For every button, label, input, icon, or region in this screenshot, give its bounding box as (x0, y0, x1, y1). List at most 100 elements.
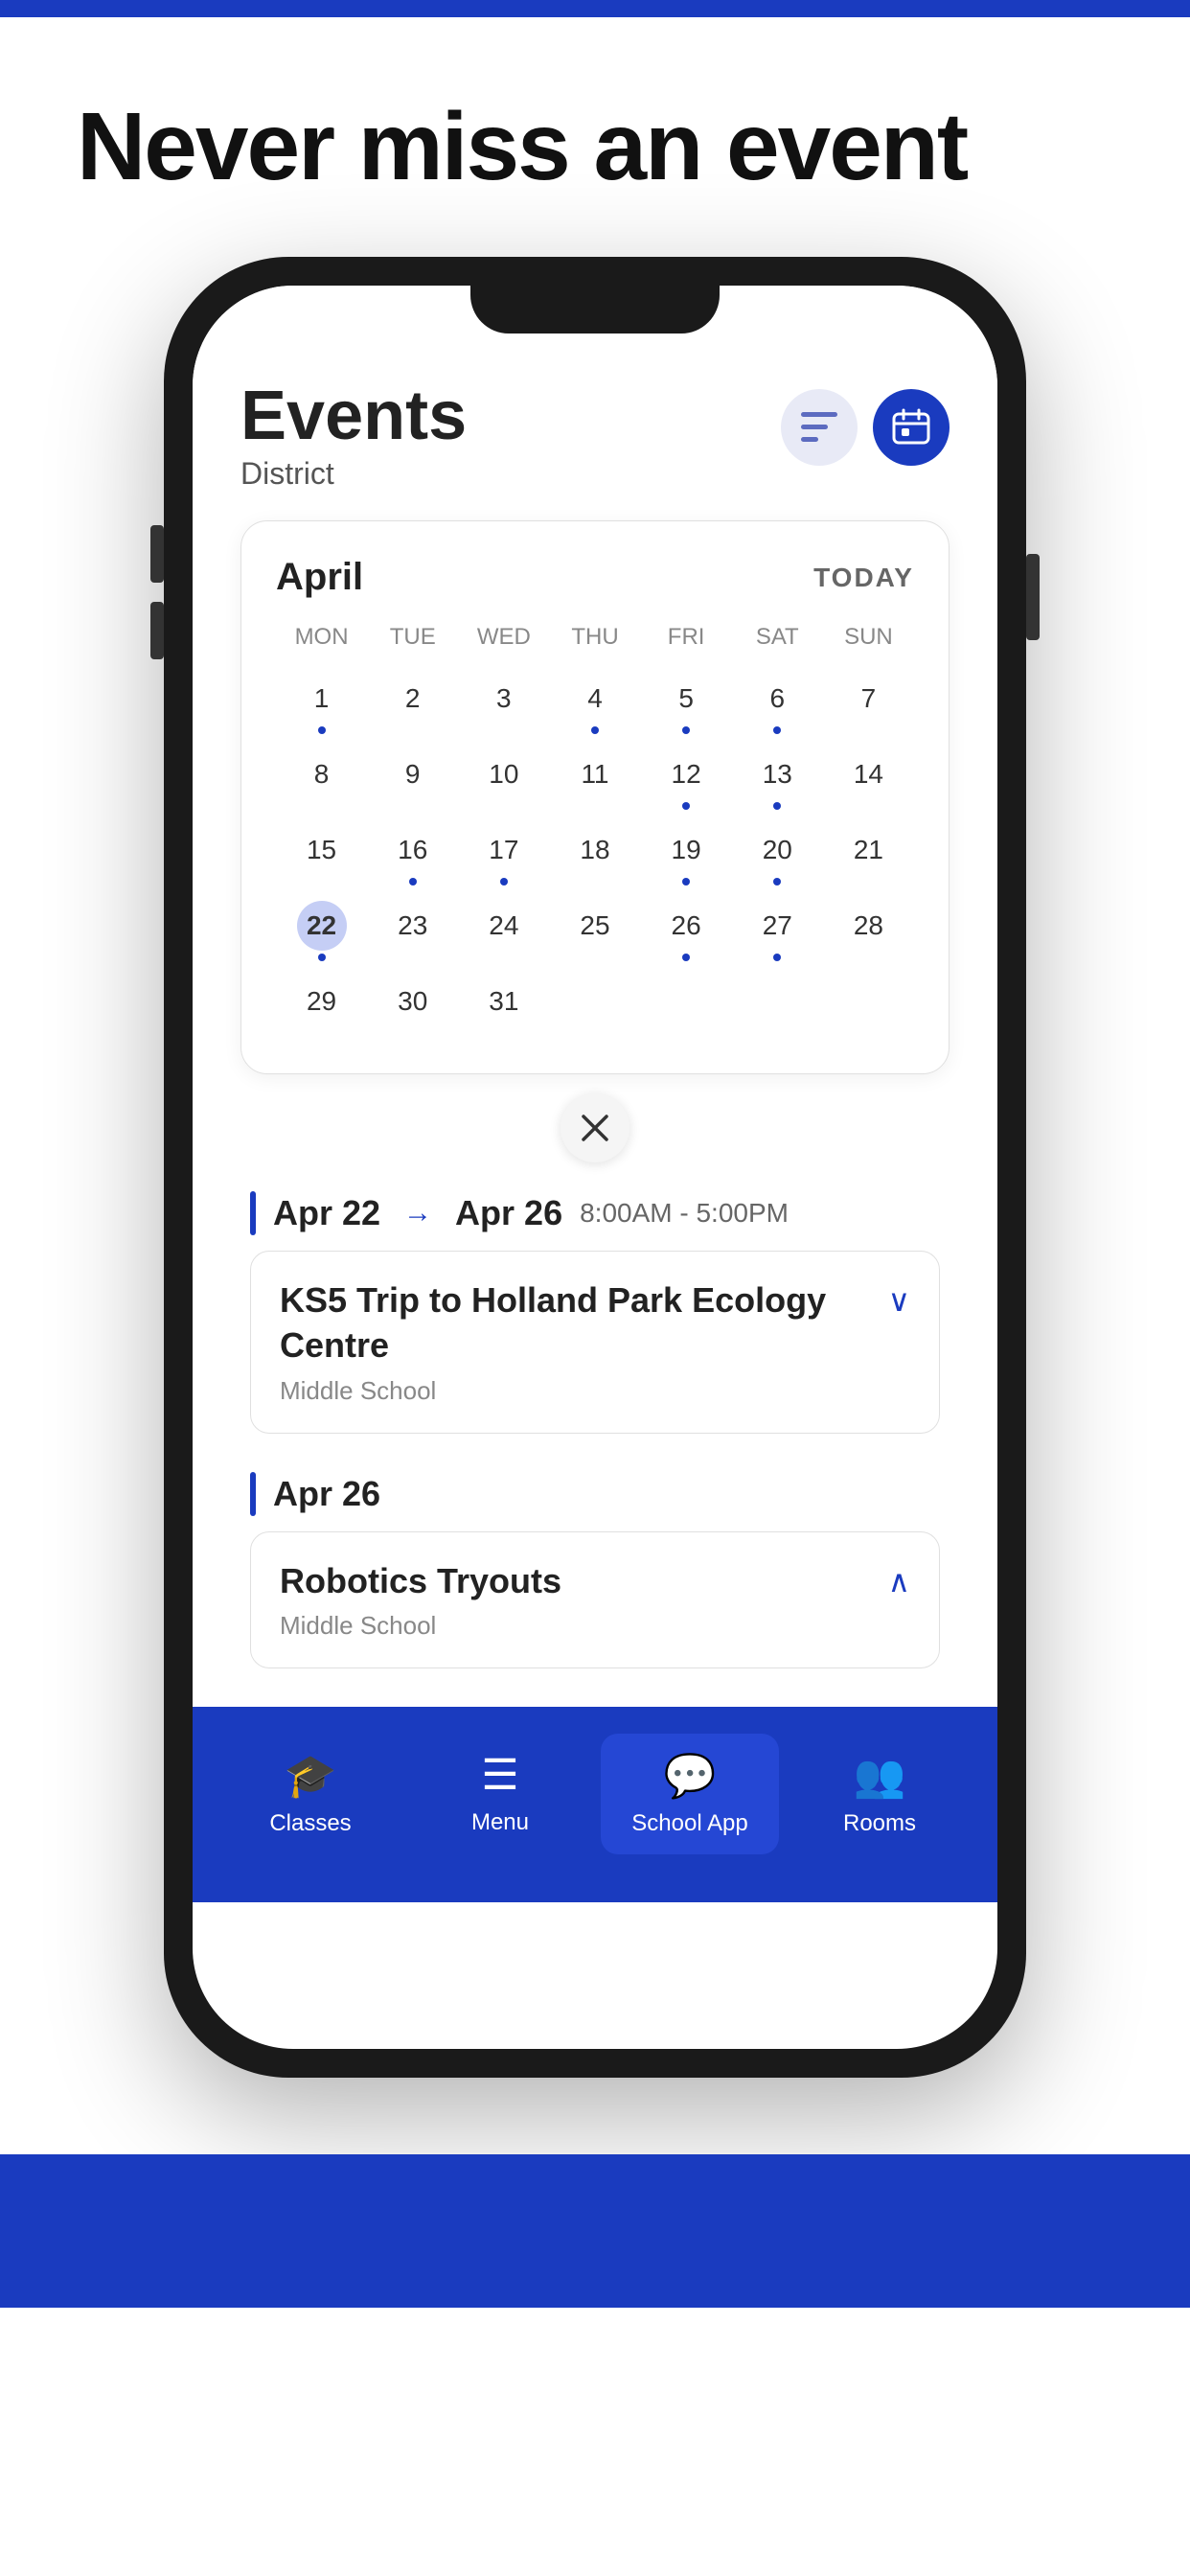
event-time: 8:00AM - 5:00PM (580, 1198, 789, 1229)
calendar-day-number: 31 (479, 977, 529, 1026)
bottom-navigation: 🎓Classes☰Menu💬School App👥Rooms (193, 1707, 997, 1902)
filter-button[interactable] (781, 389, 858, 466)
event-card-content: Robotics TryoutsMiddle School (280, 1559, 561, 1642)
page-title: Never miss an event (77, 94, 1113, 199)
calendar-day-cell[interactable]: 26 (641, 893, 732, 969)
volume-down-button (150, 602, 164, 659)
calendar-day-cell[interactable]: 27 (732, 893, 823, 969)
nav-item-school-app[interactable]: 💬School App (601, 1734, 779, 1854)
calendar-view-button[interactable] (873, 389, 950, 466)
calendar-day-cell[interactable]: 18 (549, 817, 640, 893)
calendar-day-cell (549, 969, 640, 1045)
calendar-grid[interactable]: 1234567891011121314151617181920212223242… (276, 666, 914, 1045)
calendar-day-number: 22 (297, 901, 347, 951)
event-dot-indicator (773, 802, 781, 810)
calendar-day-number: 3 (479, 674, 529, 724)
calendar-day-cell (641, 969, 732, 1045)
top-status-bar (0, 0, 1190, 17)
calendar-day-cell[interactable]: 30 (367, 969, 458, 1045)
calendar-day-cell[interactable]: 14 (823, 742, 914, 817)
calendar-day-cell[interactable]: 21 (823, 817, 914, 893)
event-date-indicator (250, 1191, 256, 1235)
close-button-row (240, 1093, 950, 1162)
calendar-day-cell[interactable]: 5 (641, 666, 732, 742)
bottom-decorative-section (0, 2020, 1190, 2308)
calendar-day-name: SUN (823, 618, 914, 656)
calendar-day-cell[interactable]: 12 (641, 742, 732, 817)
calendar-day-number: 15 (297, 825, 347, 875)
header-action-buttons (781, 389, 950, 466)
calendar-day-cell[interactable]: 23 (367, 893, 458, 969)
calendar-day-cell[interactable]: 20 (732, 817, 823, 893)
event-dot-indicator (591, 726, 599, 734)
event-dot-indicator (409, 878, 417, 886)
calendar-day-number (752, 977, 802, 1026)
calendar-day-number: 9 (388, 749, 438, 799)
calendar-day-name: MON (276, 618, 367, 656)
calendar-day-number: 18 (570, 825, 620, 875)
calendar-day-cell[interactable]: 4 (549, 666, 640, 742)
event-card-school: Middle School (280, 1611, 561, 1641)
calendar-day-cell[interactable]: 17 (458, 817, 549, 893)
calendar-day-cell[interactable]: 10 (458, 742, 549, 817)
chevron-up-icon[interactable]: ∧ (888, 1563, 910, 1599)
power-button (1026, 554, 1040, 640)
calendar-day-cell[interactable]: 15 (276, 817, 367, 893)
today-button[interactable]: TODAY (813, 563, 914, 593)
event-dot-indicator (682, 878, 690, 886)
calendar-day-number: 19 (661, 825, 711, 875)
calendar-icon (891, 407, 931, 448)
calendar-day-cell[interactable]: 25 (549, 893, 640, 969)
calendar-day-number: 14 (843, 749, 893, 799)
calendar-day-name: THU (549, 618, 640, 656)
event-dot-indicator (682, 802, 690, 810)
event-card[interactable]: Robotics TryoutsMiddle School ∧ (250, 1531, 940, 1669)
calendar-day-cell[interactable]: 13 (732, 742, 823, 817)
event-date-row: Apr 26 (250, 1472, 940, 1516)
calendar-day-number: 17 (479, 825, 529, 875)
event-item: Apr 22→Apr 268:00AM - 5:00PMKS5 Trip to … (250, 1191, 940, 1434)
calendar-day-number: 21 (843, 825, 893, 875)
calendar-day-cell[interactable]: 3 (458, 666, 549, 742)
calendar-day-name: WED (458, 618, 549, 656)
nav-item-rooms[interactable]: 👥Rooms (790, 1734, 969, 1854)
calendar-day-number: 10 (479, 749, 529, 799)
calendar-day-number (570, 977, 620, 1026)
phone-frame: Events District (164, 257, 1026, 2078)
nav-label: Classes (269, 1810, 351, 1837)
close-calendar-button[interactable] (561, 1093, 629, 1162)
calendar-day-number: 7 (843, 674, 893, 724)
event-dot-indicator (500, 878, 508, 886)
calendar-day-cell[interactable]: 2 (367, 666, 458, 742)
calendar-day-cell[interactable]: 11 (549, 742, 640, 817)
event-card[interactable]: KS5 Trip to Holland Park Ecology CentreM… (250, 1251, 940, 1434)
calendar-day-cell[interactable]: 22 (276, 893, 367, 969)
calendar-day-number: 8 (297, 749, 347, 799)
calendar-day-cell[interactable]: 6 (732, 666, 823, 742)
event-date-start: Apr 22 (273, 1193, 380, 1233)
calendar-day-cell[interactable]: 16 (367, 817, 458, 893)
nav-item-classes[interactable]: 🎓Classes (221, 1734, 400, 1854)
nav-item-menu[interactable]: ☰Menu (411, 1734, 589, 1854)
calendar-day-number: 13 (752, 749, 802, 799)
calendar-day-cell[interactable]: 9 (367, 742, 458, 817)
event-dot-indicator (318, 726, 326, 734)
calendar-day-number: 20 (752, 825, 802, 875)
calendar-day-cell[interactable]: 24 (458, 893, 549, 969)
calendar-day-cell[interactable]: 1 (276, 666, 367, 742)
calendar-day-cell[interactable]: 28 (823, 893, 914, 969)
event-card-title: KS5 Trip to Holland Park Ecology Centre (280, 1278, 888, 1368)
phone-notch (470, 286, 720, 334)
calendar-day-cell[interactable]: 29 (276, 969, 367, 1045)
calendar-day-number: 16 (388, 825, 438, 875)
calendar-day-cell[interactable]: 7 (823, 666, 914, 742)
calendar-day-names: MONTUEWEDTHUFRISATSUN (276, 618, 914, 656)
chevron-down-icon[interactable]: ∨ (888, 1282, 910, 1319)
calendar-day-cell[interactable]: 31 (458, 969, 549, 1045)
event-dot-indicator (773, 954, 781, 961)
calendar-day-cell[interactable]: 19 (641, 817, 732, 893)
page-header: Never miss an event (0, 17, 1190, 257)
volume-up-button (150, 525, 164, 583)
calendar-day-cell[interactable]: 8 (276, 742, 367, 817)
calendar-day-number: 12 (661, 749, 711, 799)
